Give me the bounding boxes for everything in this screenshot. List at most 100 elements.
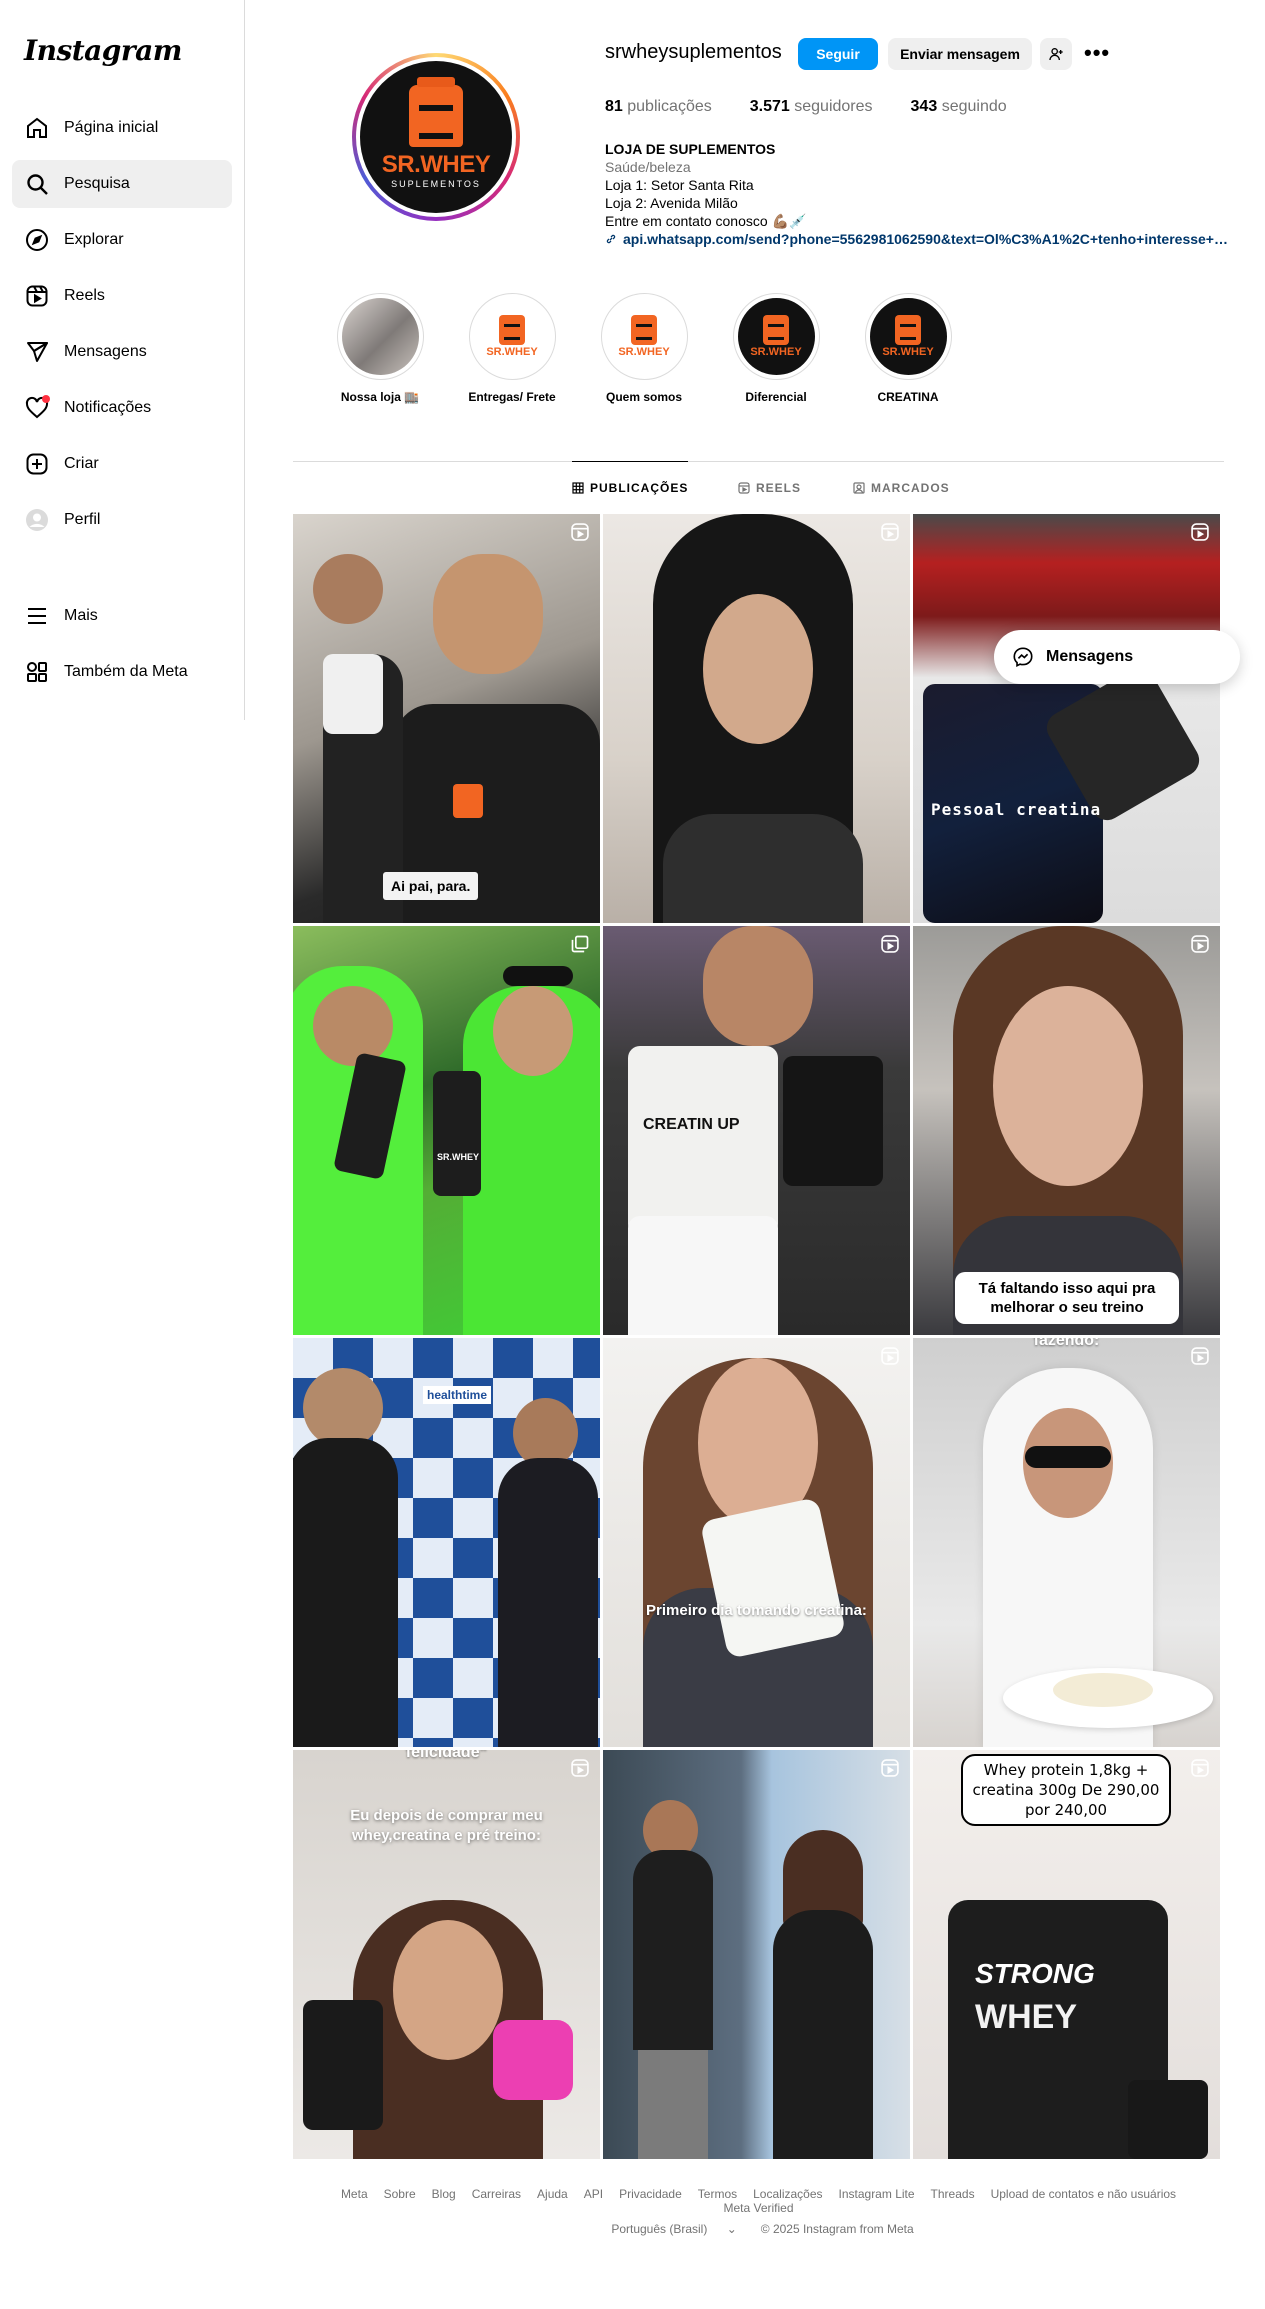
suggested-users-button[interactable] [1040, 38, 1072, 70]
instagram-logo[interactable]: Instagram [24, 34, 182, 67]
reel-badge-icon [1191, 935, 1209, 953]
highlight-circle: SR.WHEY [468, 293, 556, 380]
post-6[interactable]: Tá faltando isso aqui pra melhorar o seu… [913, 926, 1220, 1335]
tab-publicacoes[interactable]: PUBLICAÇÕES [572, 461, 689, 513]
bio-line-3: Entre em contato conosco 💪🏽💉 [605, 213, 807, 229]
highlight-entregas[interactable]: SR.WHEY Entregas/ Frete [457, 293, 567, 404]
send-message-button[interactable]: Enviar mensagem [888, 38, 1032, 70]
post-7[interactable]: healthtime [293, 1338, 600, 1747]
footer-link[interactable]: Carreiras [472, 2187, 521, 2201]
post-10[interactable]: felicidade" Eu depois de comprar meu whe… [293, 1750, 600, 2159]
reel-badge-icon [1191, 523, 1209, 541]
nav-home-label: Página inicial [64, 119, 159, 136]
post-caption: Tá faltando isso aqui pra melhorar o seu… [955, 1272, 1179, 1324]
profile-bio: LOJA DE SUPLEMENTOS Saúde/beleza Loja 1:… [605, 140, 1235, 248]
person-face [703, 594, 813, 744]
avatar-brand-name: SR.WHEY [381, 151, 491, 178]
footer-link[interactable]: API [584, 2187, 603, 2201]
post-3[interactable]: Pessoal creatina [913, 514, 1220, 923]
person-face [433, 554, 543, 674]
post-1[interactable]: Ai pai, para. [293, 514, 600, 923]
bio-link-row[interactable]: api.whatsapp.com/send?phone=556298106259… [605, 230, 1235, 248]
profile-avatar[interactable]: SR.WHEY SUPLEMENTOS [352, 53, 520, 221]
post-11[interactable] [603, 1750, 910, 2159]
person-face [313, 986, 393, 1066]
profile-username: srwheysuplementos [605, 41, 782, 63]
post-12[interactable]: Whey protein 1,8kg + creatina 300g De 29… [913, 1750, 1220, 2159]
post-4[interactable]: SR.WHEY [293, 926, 600, 1335]
footer-link[interactable]: Ajuda [537, 2187, 568, 2201]
followers-stat[interactable]: 3.571 seguidores [750, 98, 873, 116]
bio-name: LOJA DE SUPLEMENTOS [605, 141, 776, 157]
follow-button[interactable]: Seguir [798, 38, 878, 70]
person-face [703, 926, 813, 1046]
footer-link[interactable]: Upload de contatos e não usuários [991, 2187, 1176, 2201]
supplement-jar [323, 654, 383, 734]
add-person-icon [1049, 48, 1063, 61]
bio-line-1: Loja 1: Setor Santa Rita [605, 177, 754, 193]
nav-more[interactable]: Mais [12, 592, 232, 640]
footer-link[interactable]: Privacidade [619, 2187, 682, 2201]
nav-home[interactable]: Página inicial [12, 104, 232, 152]
bag-product: WHEY [975, 1998, 1077, 2036]
tagged-icon [853, 482, 865, 494]
footer-link[interactable]: Meta Verified [723, 2201, 793, 2215]
nav-profile[interactable]: Perfil [12, 496, 232, 544]
nav-reels[interactable]: Reels [12, 272, 232, 320]
highlight-label: Nossa loja 🏬 [340, 390, 420, 404]
person-face [993, 986, 1143, 1186]
nav-meta-apps[interactable]: Também da Meta [12, 648, 232, 696]
following-stat[interactable]: 343 seguindo [911, 98, 1007, 116]
profile-stats: 81 publicações 3.571 seguidores 343 segu… [605, 98, 1045, 116]
floating-messages-button[interactable]: Mensagens [994, 630, 1240, 684]
footer-link[interactable]: Blog [432, 2187, 456, 2201]
footer-link[interactable]: Threads [931, 2187, 975, 2201]
highlight-label: Quem somos [605, 390, 683, 404]
shaker-bottle [433, 1071, 481, 1196]
highlight-thumb: SR.WHEY [605, 298, 683, 375]
more-options-icon[interactable]: ••• [1084, 42, 1110, 64]
tab-reels[interactable]: REELS [738, 462, 801, 514]
heart-icon [24, 395, 50, 421]
language-select[interactable]: Português (Brasil) ⌄ [603, 2222, 744, 2236]
nav-search[interactable]: Pesquisa [12, 160, 232, 208]
reel-badge-icon [1191, 1347, 1209, 1365]
footer-link[interactable]: Meta [341, 2187, 368, 2201]
shirt-logo-icon [453, 784, 483, 818]
nav-explore-label: Explorar [64, 231, 124, 248]
tab-marcados[interactable]: MARCADOS [853, 462, 950, 514]
notification-dot [42, 395, 50, 403]
reel-badge-icon [1191, 1759, 1209, 1777]
highlight-label: CREATINA [877, 390, 939, 404]
footer-link[interactable]: Sobre [384, 2187, 416, 2201]
post-2[interactable] [603, 514, 910, 923]
footer-link[interactable]: Termos [698, 2187, 737, 2201]
highlight-diferencial[interactable]: SR.WHEY Diferencial [721, 293, 831, 404]
highlight-label: Diferencial [745, 390, 807, 404]
reels-tab-icon [738, 482, 750, 494]
post-9[interactable]: fazendo: [913, 1338, 1220, 1747]
post-5[interactable]: CREATIN UP [603, 926, 910, 1335]
nav-search-label: Pesquisa [64, 175, 130, 192]
post-caption: Pessoal creatina [931, 800, 1102, 819]
nav-messages-label: Mensagens [64, 343, 147, 360]
post-8[interactable]: Primeiro dia tomando creatina: [603, 1338, 910, 1747]
nav-messages[interactable]: Mensagens [12, 328, 232, 376]
tab-label: REELS [756, 481, 802, 495]
nav-create[interactable]: Criar [12, 440, 232, 488]
footer-link[interactable]: Instagram Lite [839, 2187, 915, 2201]
highlight-quem-somos[interactable]: SR.WHEY Quem somos [589, 293, 699, 404]
highlight-nossa-loja[interactable]: Nossa loja 🏬 [325, 293, 435, 404]
highlight-store-photo [341, 298, 419, 375]
brand-logo-icon: SR.WHEY [618, 315, 670, 358]
footer-link[interactable]: Localizações [753, 2187, 822, 2201]
person-shirt [663, 814, 863, 923]
footer-copyright: © 2025 Instagram from Meta [760, 2222, 914, 2236]
highlight-creatina[interactable]: SR.WHEY CREATINA [853, 293, 963, 404]
post-caption: fazendo: [1033, 1338, 1100, 1349]
bio-link[interactable]: api.whatsapp.com/send?phone=556298106259… [623, 230, 1235, 248]
nav-notifications-label: Notificações [64, 399, 152, 416]
jar-label: CREATIN UP [643, 1116, 740, 1133]
nav-notifications[interactable]: Notificações [12, 384, 232, 432]
nav-explore[interactable]: Explorar [12, 216, 232, 264]
